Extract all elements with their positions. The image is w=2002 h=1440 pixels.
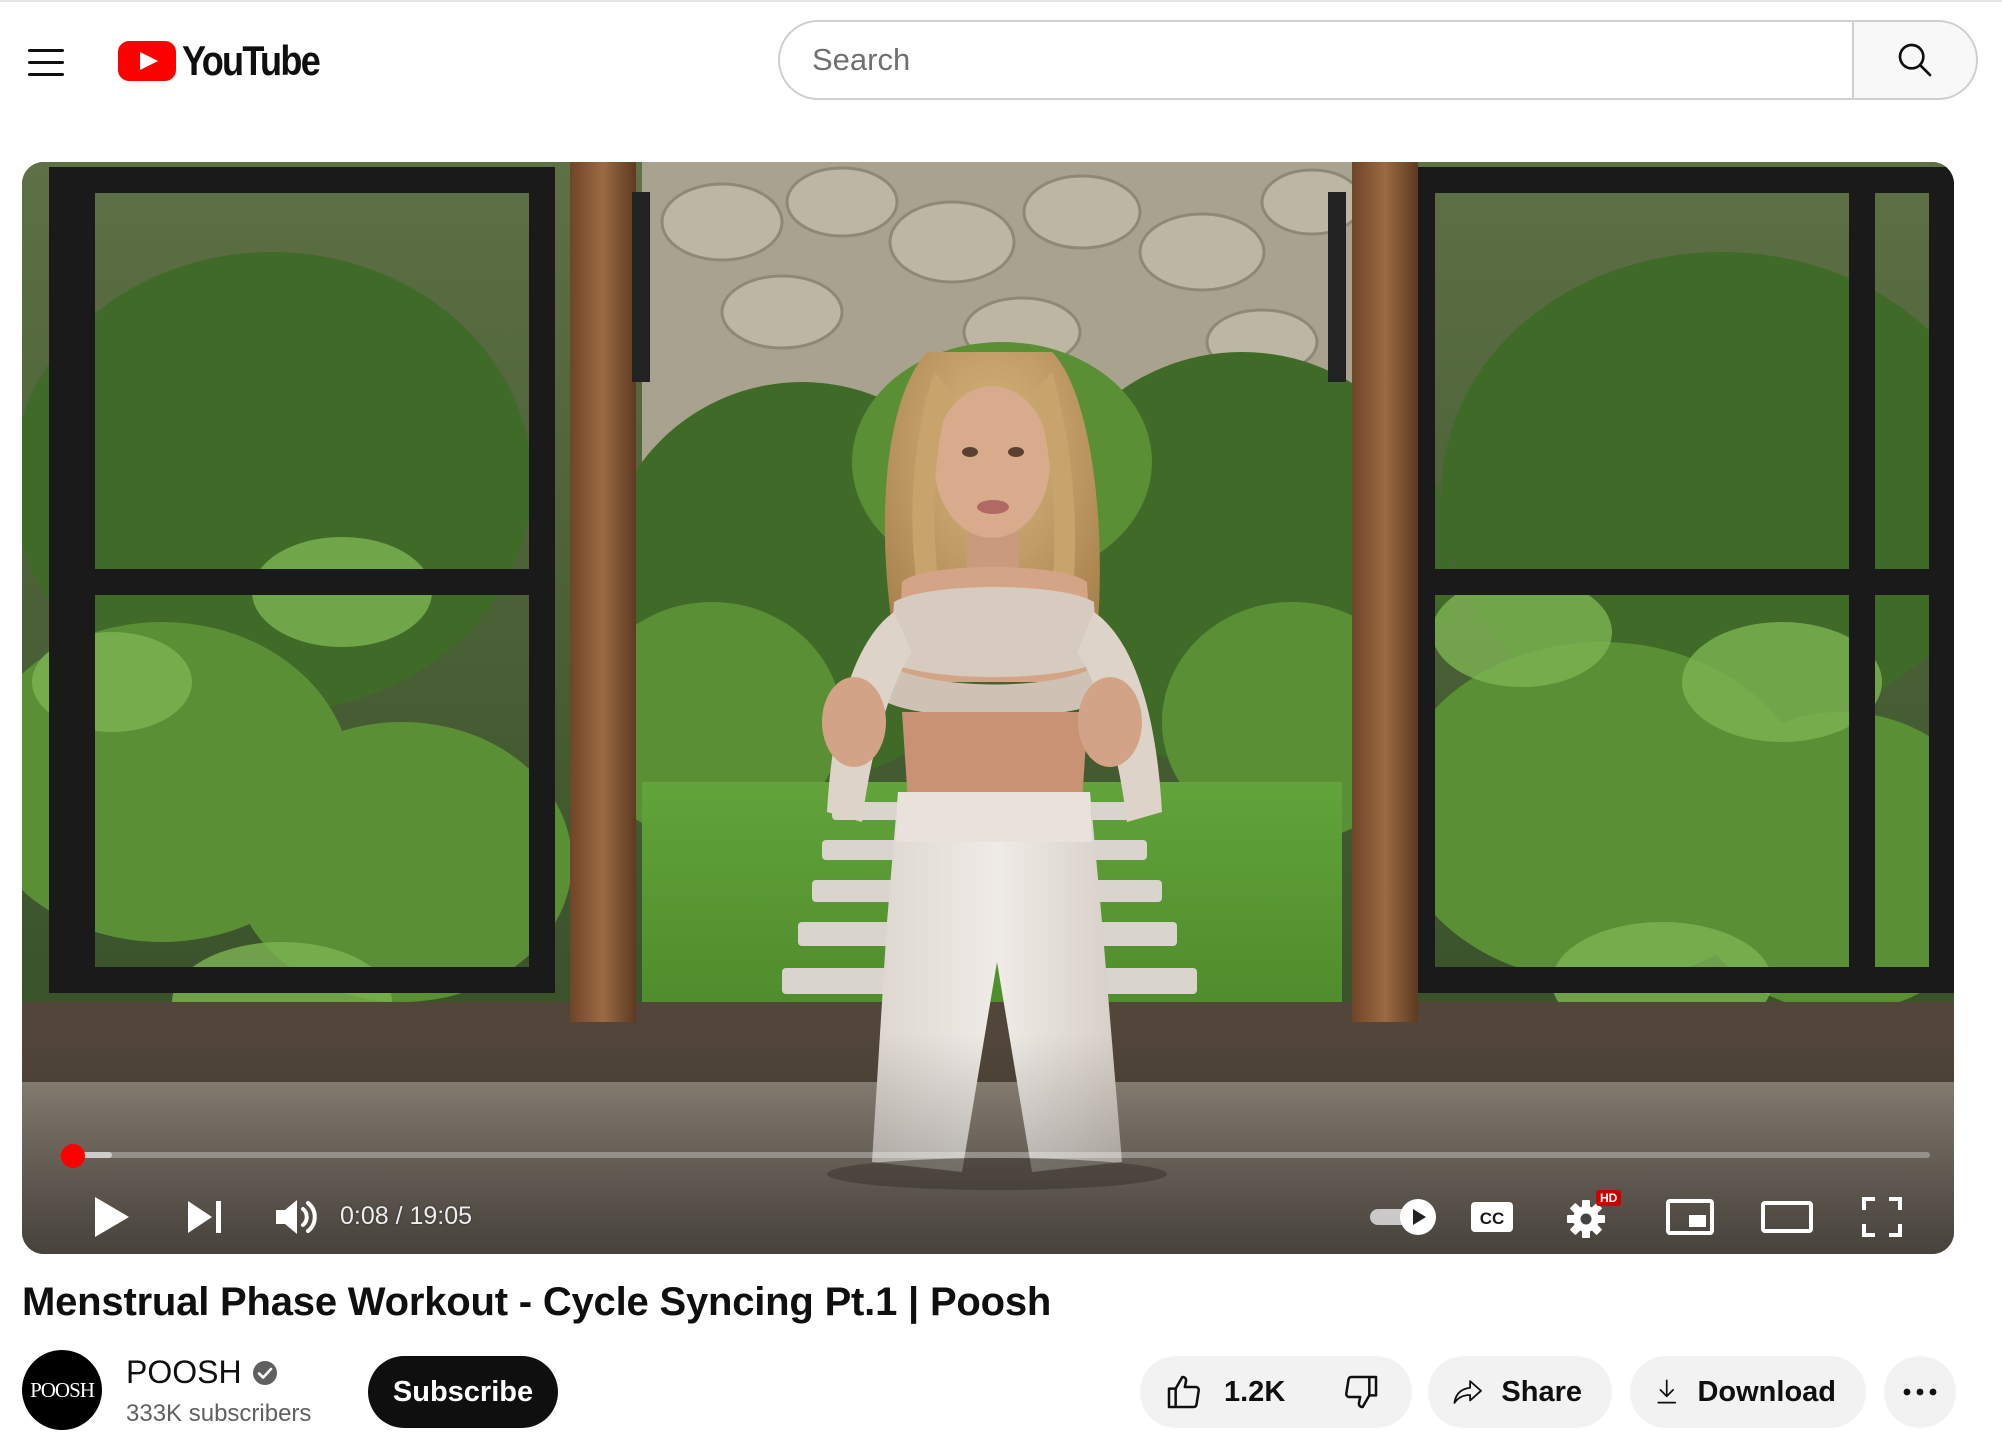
more-icon <box>1903 1388 1937 1396</box>
avatar-text: POOSH <box>30 1377 95 1402</box>
mute-button[interactable] <box>252 1186 342 1248</box>
channel-name-link[interactable]: POOSH <box>126 1354 278 1391</box>
progress-scrubber[interactable] <box>61 1144 86 1168</box>
dislike-icon <box>1345 1375 1378 1409</box>
search-icon <box>1898 43 1932 77</box>
settings-button[interactable]: HD <box>1550 1186 1630 1248</box>
subscribe-button[interactable]: Subscribe <box>368 1356 558 1428</box>
miniplayer-button[interactable] <box>1648 1186 1732 1248</box>
captions-icon: CC <box>1471 1202 1513 1232</box>
play-button[interactable] <box>66 1186 156 1248</box>
miniplayer-icon <box>1666 1199 1714 1235</box>
menu-icon[interactable] <box>20 36 72 88</box>
share-label: Share <box>1501 1375 1582 1408</box>
fullscreen-button[interactable] <box>1840 1186 1924 1248</box>
like-icon <box>1167 1375 1200 1409</box>
like-button[interactable]: 1.2K <box>1140 1356 1313 1428</box>
captions-button[interactable]: CC <box>1452 1186 1532 1248</box>
download-button[interactable]: Download <box>1630 1356 1866 1428</box>
more-actions-button[interactable] <box>1884 1356 1956 1428</box>
volume-icon <box>276 1200 317 1234</box>
theater-mode-icon <box>1761 1201 1813 1233</box>
hd-badge: HD <box>1596 1190 1622 1206</box>
autoplay-toggle[interactable] <box>1362 1186 1446 1248</box>
download-icon <box>1657 1379 1677 1404</box>
next-button[interactable] <box>160 1186 250 1248</box>
logo-text: YouTube <box>182 37 321 84</box>
verified-icon <box>252 1360 277 1385</box>
like-dislike-group: 1.2K <box>1140 1356 1412 1428</box>
youtube-logo-icon <box>118 41 176 81</box>
play-icon <box>95 1197 129 1237</box>
share-button[interactable]: Share <box>1428 1356 1612 1428</box>
download-label: Download <box>1697 1375 1836 1408</box>
autoplay-toggle-icon <box>1370 1199 1436 1235</box>
channel-avatar[interactable]: POOSH <box>22 1350 102 1430</box>
fullscreen-icon <box>1862 1197 1902 1237</box>
search-input[interactable] <box>778 20 1852 100</box>
video-title: Menstrual Phase Workout - Cycle Syncing … <box>22 1280 1052 1324</box>
search-button[interactable] <box>1852 20 1978 100</box>
video-player[interactable]: 0:08 / 19:05 CC HD <box>22 162 1954 1254</box>
theater-mode-button[interactable] <box>1742 1186 1832 1248</box>
progress-bar[interactable] <box>60 1144 1930 1168</box>
like-count: 1.2K <box>1224 1375 1286 1408</box>
youtube-logo[interactable]: YouTube <box>118 37 341 84</box>
channel-name: POOSH <box>126 1354 242 1390</box>
svg-text:CC: CC <box>1480 1209 1505 1228</box>
search-bar <box>778 20 1978 100</box>
time-display: 0:08 / 19:05 <box>340 1202 473 1230</box>
next-icon <box>188 1201 221 1233</box>
share-icon <box>1453 1380 1482 1404</box>
subscriber-count: 333K subscribers <box>126 1400 312 1427</box>
masthead: YouTube <box>0 0 2002 116</box>
dislike-button[interactable] <box>1313 1356 1413 1428</box>
